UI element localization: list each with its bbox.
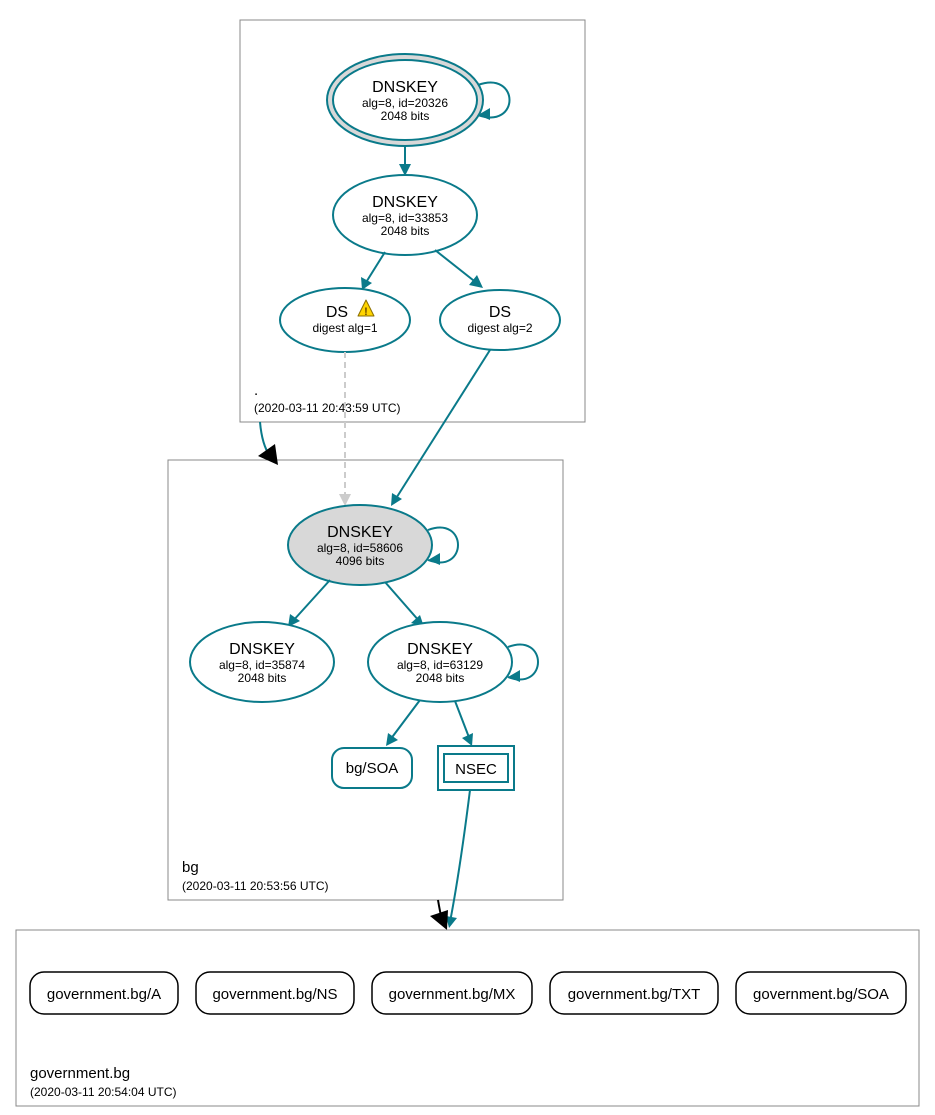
dnssec-diagram: . (2020-03-11 20:43:59 UTC) DNSKEY alg=8… <box>0 0 935 1115</box>
bg-ksk-title: DNSKEY <box>327 524 393 541</box>
root-ksk-title: DNSKEY <box>372 79 438 96</box>
zone-bg-timestamp: (2020-03-11 20:53:56 UTC) <box>182 879 329 893</box>
bg-zsk1-sub2: 2048 bits <box>238 671 287 685</box>
ds1-title: DS <box>326 304 348 321</box>
rrset-soa: government.bg/SOA <box>736 972 906 1014</box>
nsec-label: NSEC <box>455 761 497 778</box>
ds1-node: DS digest alg=1 ! <box>280 288 410 352</box>
bg-soa-node: bg/SOA <box>332 748 412 788</box>
bg-ksk-node: DNSKEY alg=8, id=58606 4096 bits <box>288 505 432 585</box>
bg-soa-label: bg/SOA <box>346 760 399 777</box>
zone-root-name: . <box>254 382 258 399</box>
bg-zsk2-sub2: 2048 bits <box>416 671 465 685</box>
nsec-node: NSEC <box>438 746 514 790</box>
rrset-mx-label: government.bg/MX <box>389 986 516 1003</box>
rrset-a: government.bg/A <box>30 972 178 1014</box>
rrset-ns-label: government.bg/NS <box>212 986 337 1003</box>
zone-gov-name: government.bg <box>30 1065 130 1082</box>
ds1-sub1: digest alg=1 <box>312 321 377 335</box>
bg-zsk2-title: DNSKEY <box>407 641 473 658</box>
ds2-node: DS digest alg=2 <box>440 290 560 350</box>
bg-zsk2-sub1: alg=8, id=63129 <box>397 658 483 672</box>
ds2-sub1: digest alg=2 <box>467 321 532 335</box>
bg-zsk1-sub1: alg=8, id=35874 <box>219 658 305 672</box>
bg-zsk1-node: DNSKEY alg=8, id=35874 2048 bits <box>190 622 334 702</box>
rrset-txt: government.bg/TXT <box>550 972 718 1014</box>
rrset-a-label: government.bg/A <box>47 986 161 1003</box>
zone-gov-timestamp: (2020-03-11 20:54:04 UTC) <box>30 1085 177 1099</box>
root-ksk-sub1: alg=8, id=20326 <box>362 96 448 110</box>
svg-text:!: ! <box>364 306 368 318</box>
zone-root-timestamp: (2020-03-11 20:43:59 UTC) <box>254 401 401 415</box>
ds2-title: DS <box>489 304 511 321</box>
root-zsk-sub1: alg=8, id=33853 <box>362 211 448 225</box>
rrset-soa-label: government.bg/SOA <box>753 986 889 1003</box>
rrset-ns: government.bg/NS <box>196 972 354 1014</box>
root-zsk-title: DNSKEY <box>372 194 438 211</box>
bg-ksk-sub1: alg=8, id=58606 <box>317 541 403 555</box>
root-ksk-node: DNSKEY alg=8, id=20326 2048 bits <box>327 54 483 146</box>
rrset-txt-label: government.bg/TXT <box>568 986 701 1003</box>
root-zsk-node: DNSKEY alg=8, id=33853 2048 bits <box>333 175 477 255</box>
rrset-mx: government.bg/MX <box>372 972 532 1014</box>
bg-ksk-sub2: 4096 bits <box>336 554 385 568</box>
bg-zsk1-title: DNSKEY <box>229 641 295 658</box>
zone-bg-name: bg <box>182 859 199 876</box>
zone-gov-box <box>16 930 919 1106</box>
root-zsk-sub2: 2048 bits <box>381 224 430 238</box>
bg-zsk2-node: DNSKEY alg=8, id=63129 2048 bits <box>368 622 512 702</box>
root-ksk-sub2: 2048 bits <box>381 109 430 123</box>
